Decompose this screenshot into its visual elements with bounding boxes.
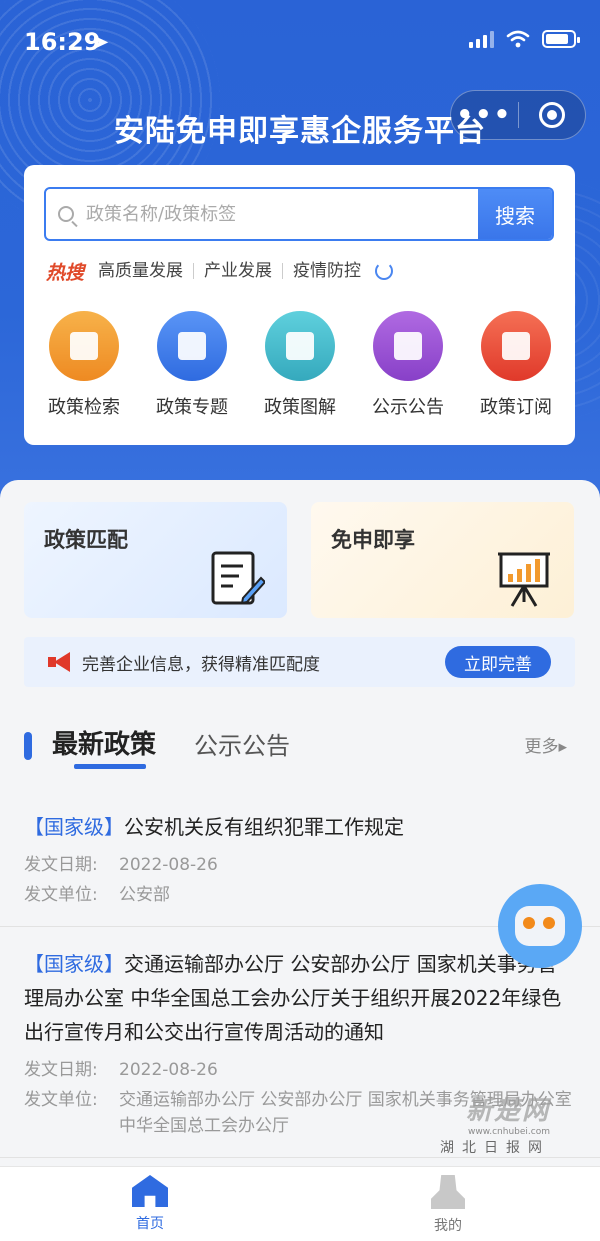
- watermark-line: 新楚网: [465, 1096, 550, 1126]
- cellular-signal-icon: [469, 30, 494, 48]
- category-grid: 政策检索 政策专题 政策图解 公示公告 政策订阅: [34, 311, 566, 419]
- category-policy-topic[interactable]: 政策专题: [142, 311, 242, 419]
- news-unit-row: 发文单位: 公安部: [24, 882, 576, 908]
- main-content: 政策匹配 免申即享 完善企业信息，获得精准匹配度 立即完善 最新政策 公示公告 …: [0, 480, 600, 1180]
- location-arrow-icon: ➤: [94, 32, 110, 53]
- page-title: 安陆免申即享惠企服务平台: [114, 114, 486, 149]
- category-label: 政策订阅: [480, 397, 552, 418]
- news-date-row: 发文日期: 2022-08-26: [24, 1057, 576, 1083]
- book-icon: [157, 311, 227, 381]
- date-value: 2022-08-26: [119, 1060, 218, 1080]
- status-time: 16:29: [24, 28, 101, 56]
- notice-board-icon: [373, 311, 443, 381]
- tab-label: 首页: [136, 1216, 164, 1232]
- tile-title: 政策匹配: [44, 528, 128, 552]
- watermark-line: www.cnhubei.com: [467, 1127, 550, 1137]
- category-announcement[interactable]: 公示公告: [358, 311, 458, 419]
- document-edit-icon: [211, 551, 265, 605]
- refresh-icon[interactable]: [375, 262, 394, 280]
- tab-latest-policy[interactable]: 最新政策: [52, 724, 156, 761]
- unit-label: 发文单位:: [24, 885, 98, 905]
- hot-search-term[interactable]: 高质量发展: [98, 263, 195, 280]
- watermark: 新楚网 www.cnhubei.com 湖北日报网: [440, 1090, 550, 1157]
- tab-home[interactable]: 首页: [110, 1175, 190, 1233]
- hot-search-term[interactable]: 疫情防控: [283, 263, 371, 280]
- level-tag: 【国家级】: [24, 815, 124, 839]
- news-date-row: 发文日期: 2022-08-26: [24, 852, 576, 878]
- hot-search-label: 热搜: [46, 261, 85, 284]
- category-label: 政策图解: [264, 397, 336, 418]
- active-tab-indicator: [74, 764, 146, 769]
- unit-value: 公安部: [119, 885, 170, 905]
- search-button[interactable]: 搜索: [478, 189, 552, 239]
- image-icon: [265, 311, 335, 381]
- tab-label: 我的: [434, 1218, 462, 1234]
- bottom-tab-bar: 首页 我的: [0, 1166, 600, 1241]
- tab-announcement[interactable]: 公示公告: [194, 726, 290, 761]
- tile-title: 免申即享: [331, 528, 415, 552]
- category-label: 公示公告: [372, 397, 444, 418]
- megaphone-icon: [48, 652, 72, 672]
- date-value: 2022-08-26: [119, 855, 218, 875]
- category-subscribe[interactable]: 政策订阅: [466, 311, 566, 419]
- category-policy-search[interactable]: 政策检索: [34, 311, 134, 419]
- robot-icon: [515, 906, 565, 946]
- search-input[interactable]: [86, 189, 478, 239]
- level-tag: 【国家级】: [24, 952, 124, 976]
- category-policy-illustration[interactable]: 政策图解: [250, 311, 350, 419]
- assistant-robot-button[interactable]: [498, 884, 582, 968]
- section-marker: [24, 732, 32, 760]
- presentation-chart-icon: [498, 552, 550, 607]
- home-icon: [132, 1175, 168, 1207]
- complete-now-button[interactable]: 立即完善: [445, 646, 551, 678]
- news-title-text: 公安机关反有组织犯罪工作规定: [124, 815, 404, 839]
- subscribe-icon: [481, 311, 551, 381]
- search-card: 搜索 热搜 高质量发展 产业发展 疫情防控 政策检索 政策专题 政策图解 公示公…: [24, 165, 575, 445]
- search-icon: [46, 189, 86, 239]
- more-link[interactable]: 更多▸: [524, 732, 567, 757]
- date-label: 发文日期:: [24, 855, 98, 875]
- tab-me[interactable]: 我的: [408, 1175, 488, 1235]
- hot-search: 热搜 高质量发展 产业发展 疫情防控: [46, 257, 394, 285]
- wifi-icon: [506, 30, 530, 48]
- category-label: 政策专题: [156, 397, 228, 418]
- news-title: 【国家级】公安机关反有组织犯罪工作规定: [24, 810, 576, 844]
- battery-icon: [542, 30, 580, 48]
- status-bar: 16:29 ➤: [24, 28, 580, 60]
- complete-info-banner: 完善企业信息，获得精准匹配度 立即完善: [24, 637, 575, 687]
- policy-match-tile[interactable]: 政策匹配: [24, 502, 287, 618]
- user-icon: [431, 1175, 465, 1209]
- news-title: 【国家级】交通运输部办公厅 公安部办公厅 国家机关事务管理局办公室 中华全国总工…: [24, 947, 576, 1049]
- news-tabs: 最新政策 公示公告 更多▸: [24, 724, 575, 774]
- exemption-tile[interactable]: 免申即享: [311, 502, 574, 618]
- hot-search-term[interactable]: 产业发展: [194, 263, 284, 280]
- unit-label: 发文单位:: [24, 1090, 98, 1110]
- folder-search-icon: [49, 311, 119, 381]
- banner-text: 完善企业信息，获得精准匹配度: [82, 654, 320, 675]
- search-bar: 搜索: [44, 187, 554, 241]
- category-label: 政策检索: [48, 397, 120, 418]
- watermark-line: 湖北日报网: [440, 1140, 550, 1156]
- date-label: 发文日期:: [24, 1060, 98, 1080]
